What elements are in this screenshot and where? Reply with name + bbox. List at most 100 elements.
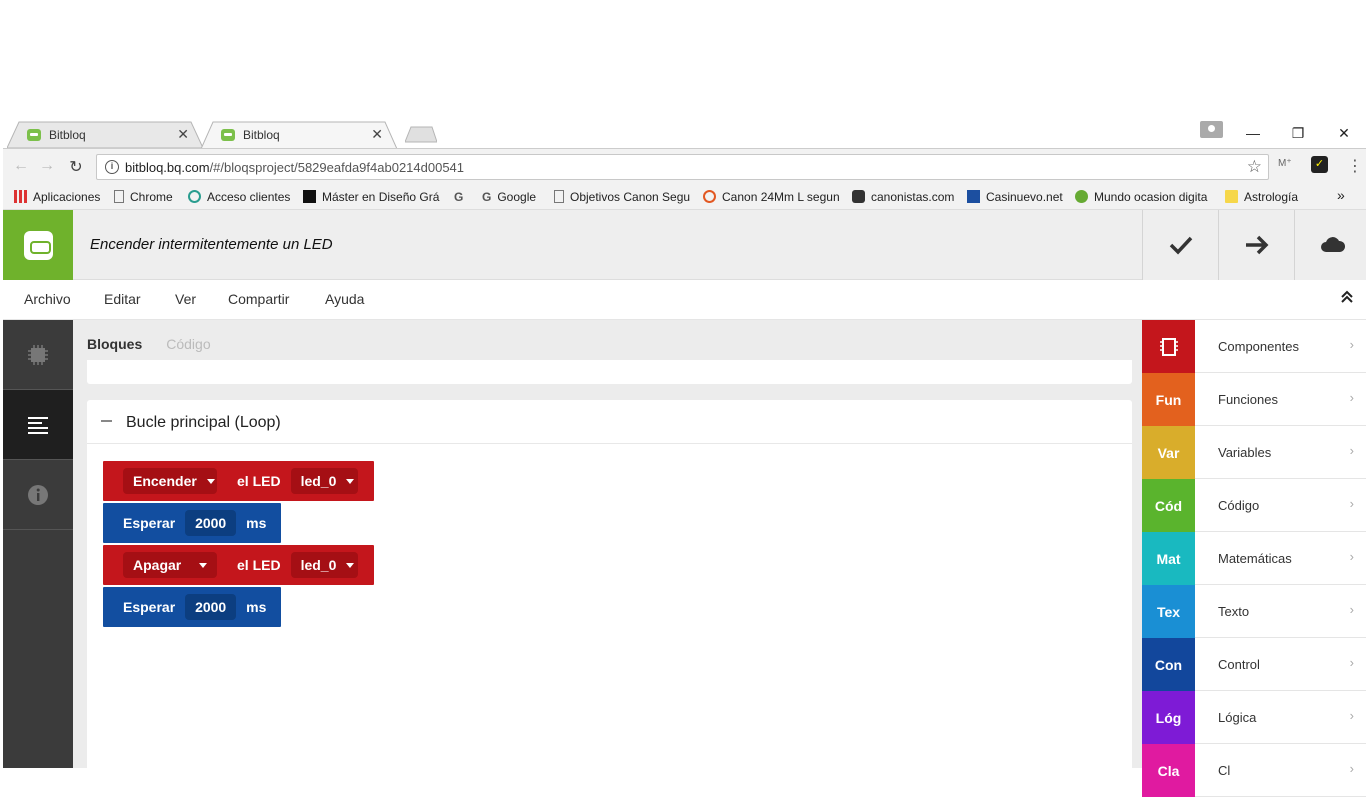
category-texto[interactable]: Tex Texto ›: [1142, 585, 1366, 638]
project-title[interactable]: Encender intermitentemente un LED: [90, 236, 333, 253]
block-label: Esperar: [123, 599, 176, 615]
caret-down-icon: [199, 562, 207, 568]
wait-block[interactable]: Esperar 2000 ms: [103, 503, 281, 543]
info-tab-button[interactable]: [3, 460, 73, 530]
cloud-button[interactable]: [1294, 210, 1366, 280]
chevron-right-icon: ›: [1349, 549, 1354, 564]
tab-close-icon[interactable]: ✕: [371, 126, 383, 143]
info-icon: [28, 484, 48, 505]
extension-icon[interactable]: M⁺: [1278, 158, 1292, 169]
led-off-block[interactable]: Apagar el LED led_0: [103, 545, 374, 585]
category-label: Código: [1218, 498, 1260, 513]
restore-button[interactable]: ❐: [1275, 118, 1321, 148]
menu-archivo[interactable]: Archivo: [24, 291, 71, 307]
setup-card: [87, 360, 1132, 384]
action-dropdown[interactable]: Apagar: [123, 552, 217, 578]
bookmark-label: Google: [497, 190, 537, 204]
category-matematicas[interactable]: Mat Matemáticas ›: [1142, 532, 1366, 585]
collapse-chevron-up-icon[interactable]: [1340, 290, 1354, 309]
cloud-icon: [1320, 237, 1345, 252]
collapse-minus-icon[interactable]: [101, 420, 112, 422]
bookmark-apps[interactable]: Aplicaciones: [14, 190, 100, 204]
bitbloq-app: Encender intermitentemente un LED Archiv…: [3, 210, 1366, 797]
loop-card: Bucle principal (Loop) Encender el LED l…: [87, 400, 1132, 780]
software-tab-button[interactable]: [3, 390, 73, 460]
tab-title: Bitbloq: [243, 128, 280, 142]
text-align-icon: [28, 416, 48, 434]
bitbloq-favicon-icon: [221, 129, 235, 141]
category-componentes[interactable]: Componentes ›: [1142, 320, 1366, 373]
category-swatch: Fun: [1142, 373, 1195, 426]
action-dropdown[interactable]: Encender: [123, 468, 217, 494]
bookmark-master[interactable]: Máster en Diseño Grá: [303, 190, 439, 204]
menu-ayuda[interactable]: Ayuda: [325, 291, 364, 307]
category-logica[interactable]: Lóg Lógica ›: [1142, 691, 1366, 744]
minimize-button[interactable]: —: [1230, 118, 1276, 148]
category-label: Componentes: [1218, 339, 1299, 354]
bookmark-chrome[interactable]: Chrome: [114, 190, 173, 204]
bookmark-google[interactable]: G Google: [482, 190, 536, 204]
wait-value-input[interactable]: 2000: [185, 594, 237, 620]
led-dropdown[interactable]: led_0: [290, 468, 358, 494]
bookmark-objetivos[interactable]: Objetivos Canon Segu: [554, 190, 690, 204]
menu-dots-icon[interactable]: ⋮: [1347, 156, 1363, 176]
category-variables[interactable]: Var Variables ›: [1142, 426, 1366, 479]
led-on-block[interactable]: Encender el LED led_0: [103, 461, 374, 501]
menu-editar[interactable]: Editar: [104, 291, 141, 307]
menu-ver[interactable]: Ver: [175, 291, 196, 307]
tab-codigo[interactable]: Código: [166, 336, 210, 352]
bookmark-canonistas[interactable]: canonistas.com: [852, 190, 954, 204]
bookmark-mundo-ocasion[interactable]: Mundo ocasion digita: [1075, 190, 1207, 204]
menu-compartir[interactable]: Compartir: [228, 291, 289, 307]
category-clases[interactable]: Cla Cl ›: [1142, 744, 1366, 797]
led-dropdown[interactable]: led_0: [290, 552, 358, 578]
bookmark-label: Casinuevo.net: [986, 190, 1063, 204]
bookmark-canon24[interactable]: Canon 24Mm L segun: [703, 190, 840, 204]
check-icon: [1169, 236, 1192, 255]
bitbloq-favicon-icon: [27, 129, 41, 141]
new-tab-button[interactable]: [405, 126, 437, 143]
bitbloq-logo[interactable]: [3, 210, 73, 280]
wait-block[interactable]: Esperar 2000 ms: [103, 587, 281, 627]
bookmark-acceso-clientes[interactable]: Acceso clientes: [188, 190, 290, 204]
verify-button[interactable]: [1142, 210, 1218, 280]
target-value: led_0: [300, 557, 337, 573]
reload-icon[interactable]: ↻: [66, 157, 86, 177]
bookmarks-overflow-button[interactable]: »: [1337, 187, 1345, 203]
browser-toolbar: ← → ↻ i bitbloq.bq.com/#/bloqsproject/58…: [3, 148, 1366, 184]
tab-strip: Bitbloq ✕ Bitbloq ✕ — ❐ ✕: [3, 118, 1366, 148]
bookmark-casinuevo[interactable]: Casinuevo.net: [967, 190, 1063, 204]
back-arrow-icon[interactable]: ←: [11, 157, 31, 175]
bookmark-g-icon[interactable]: G: [454, 190, 463, 204]
wait-value-input[interactable]: 2000: [185, 510, 237, 536]
tab-close-icon[interactable]: ✕: [177, 126, 189, 143]
checkmark-extension-icon[interactable]: ✓: [1311, 156, 1328, 173]
bookmark-label: canonistas.com: [871, 190, 955, 204]
block-label: el LED: [237, 557, 281, 573]
category-label: Texto: [1218, 604, 1250, 619]
category-funciones[interactable]: Fun Funciones ›: [1142, 373, 1366, 426]
tab-bloques[interactable]: Bloques: [87, 336, 142, 352]
app-menu-bar: Archivo Editar Ver Compartir Ayuda: [3, 280, 1366, 320]
browser-tab-1[interactable]: Bitbloq ✕: [7, 121, 203, 148]
forward-arrow-icon[interactable]: →: [37, 157, 57, 175]
globe-icon: [188, 190, 201, 203]
address-bar[interactable]: i bitbloq.bq.com/#/bloqsproject/5829eafd…: [96, 154, 1269, 180]
upload-button[interactable]: [1218, 210, 1294, 280]
action-value: Apagar: [133, 557, 182, 573]
url-path: /#/bloqsproject/5829eafda9f4ab0214d00541: [209, 160, 465, 175]
url-host: bitbloq.bq.com: [125, 160, 210, 175]
profile-icon[interactable]: [1200, 121, 1223, 138]
bookmark-astrologia[interactable]: Astrología: [1225, 190, 1298, 204]
loop-header[interactable]: Bucle principal (Loop): [87, 400, 1132, 444]
close-window-button[interactable]: ✕: [1321, 118, 1366, 148]
chevron-right-icon: ›: [1349, 390, 1354, 405]
bookmark-star-icon[interactable]: ☆: [1247, 157, 1262, 177]
chevron-right-icon: ›: [1349, 496, 1354, 511]
hardware-tab-button[interactable]: [3, 320, 73, 390]
browser-tab-2[interactable]: Bitbloq ✕: [201, 121, 397, 148]
info-icon[interactable]: i: [105, 160, 119, 174]
category-codigo[interactable]: Cód Código ›: [1142, 479, 1366, 532]
category-control[interactable]: Con Control ›: [1142, 638, 1366, 691]
workspace-tabs: Bloques Código: [87, 336, 211, 352]
